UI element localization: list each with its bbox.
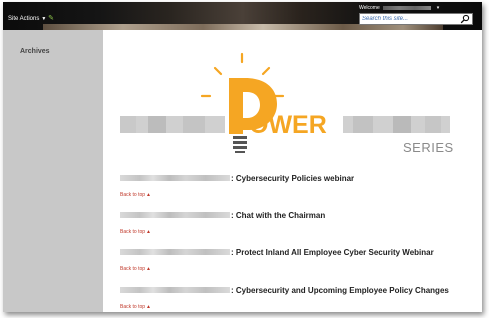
left-navigation: Archives [3,30,103,312]
item-title-link[interactable]: : Chat with the Chairman [120,210,480,220]
item-title-link[interactable]: : Protect Inland All Employee Cyber Secu… [120,247,480,257]
power-logo-text: OWER [249,111,327,139]
item-title-text: : Cybersecurity Policies webinar [231,173,355,183]
list-item: : Protect Inland All Employee Cyber Secu… [120,247,480,272]
site-actions-label: Site Actions [8,16,40,22]
back-to-top-link[interactable]: Back to top ▲ [120,192,480,198]
item-title-text: : Cybersecurity and Upcoming Employee Po… [231,285,449,295]
arrow-up-icon: ▲ [146,266,151,272]
arrow-up-icon: ▲ [146,304,151,310]
back-to-top-label: Back to top [120,229,146,235]
welcome-menu[interactable]: Welcome ▾ [359,5,439,11]
series-label: SERIES [403,140,454,155]
back-to-top-link[interactable]: Back to top ▲ [120,304,480,310]
nav-archives-link[interactable]: Archives [20,48,50,55]
item-title-text: : Chat with the Chairman [231,210,326,220]
redacted-name [120,212,230,218]
search-input[interactable] [362,14,452,24]
redacted-name [120,287,230,293]
arrow-up-icon: ▲ [146,229,151,235]
back-to-top-link[interactable]: Back to top ▲ [120,266,480,272]
item-title-link[interactable]: : Cybersecurity Policies webinar [120,173,480,183]
edit-page-icon[interactable]: ✎ [47,15,55,23]
search-box [359,13,473,25]
redacted-name [120,175,230,181]
back-to-top-label: Back to top [120,266,146,272]
back-to-top-label: Back to top [120,304,146,310]
item-title-link[interactable]: : Cybersecurity and Upcoming Employee Po… [120,285,480,295]
list-item: : Cybersecurity and Upcoming Employee Po… [120,285,480,310]
list-item: : Chat with the Chairman Back to top ▲ [120,210,480,235]
main-content: OWER SERIES : Cybersecurity Policies web… [103,30,482,312]
redacted-name [120,249,230,255]
list-item: : Cybersecurity Policies webinar Back to… [120,173,480,198]
back-to-top-link[interactable]: Back to top ▲ [120,229,480,235]
item-title-text: : Protect Inland All Employee Cyber Secu… [231,247,434,257]
chevron-down-icon: ▼ [41,16,47,22]
user-name-redacted [382,5,431,10]
chevron-down-icon: ▾ [436,5,440,11]
arrow-up-icon: ▲ [146,192,151,198]
search-icon[interactable] [460,14,470,24]
top-ribbon: Site Actions ▼ ✎ Welcome ▾ [3,2,482,30]
back-to-top-label: Back to top [120,192,146,198]
welcome-label: Welcome [359,5,380,11]
site-actions-menu[interactable]: Site Actions ▼ [8,16,46,22]
browser-frame: Site Actions▼ ✎ Welcome ▾ Archives [3,2,482,312]
